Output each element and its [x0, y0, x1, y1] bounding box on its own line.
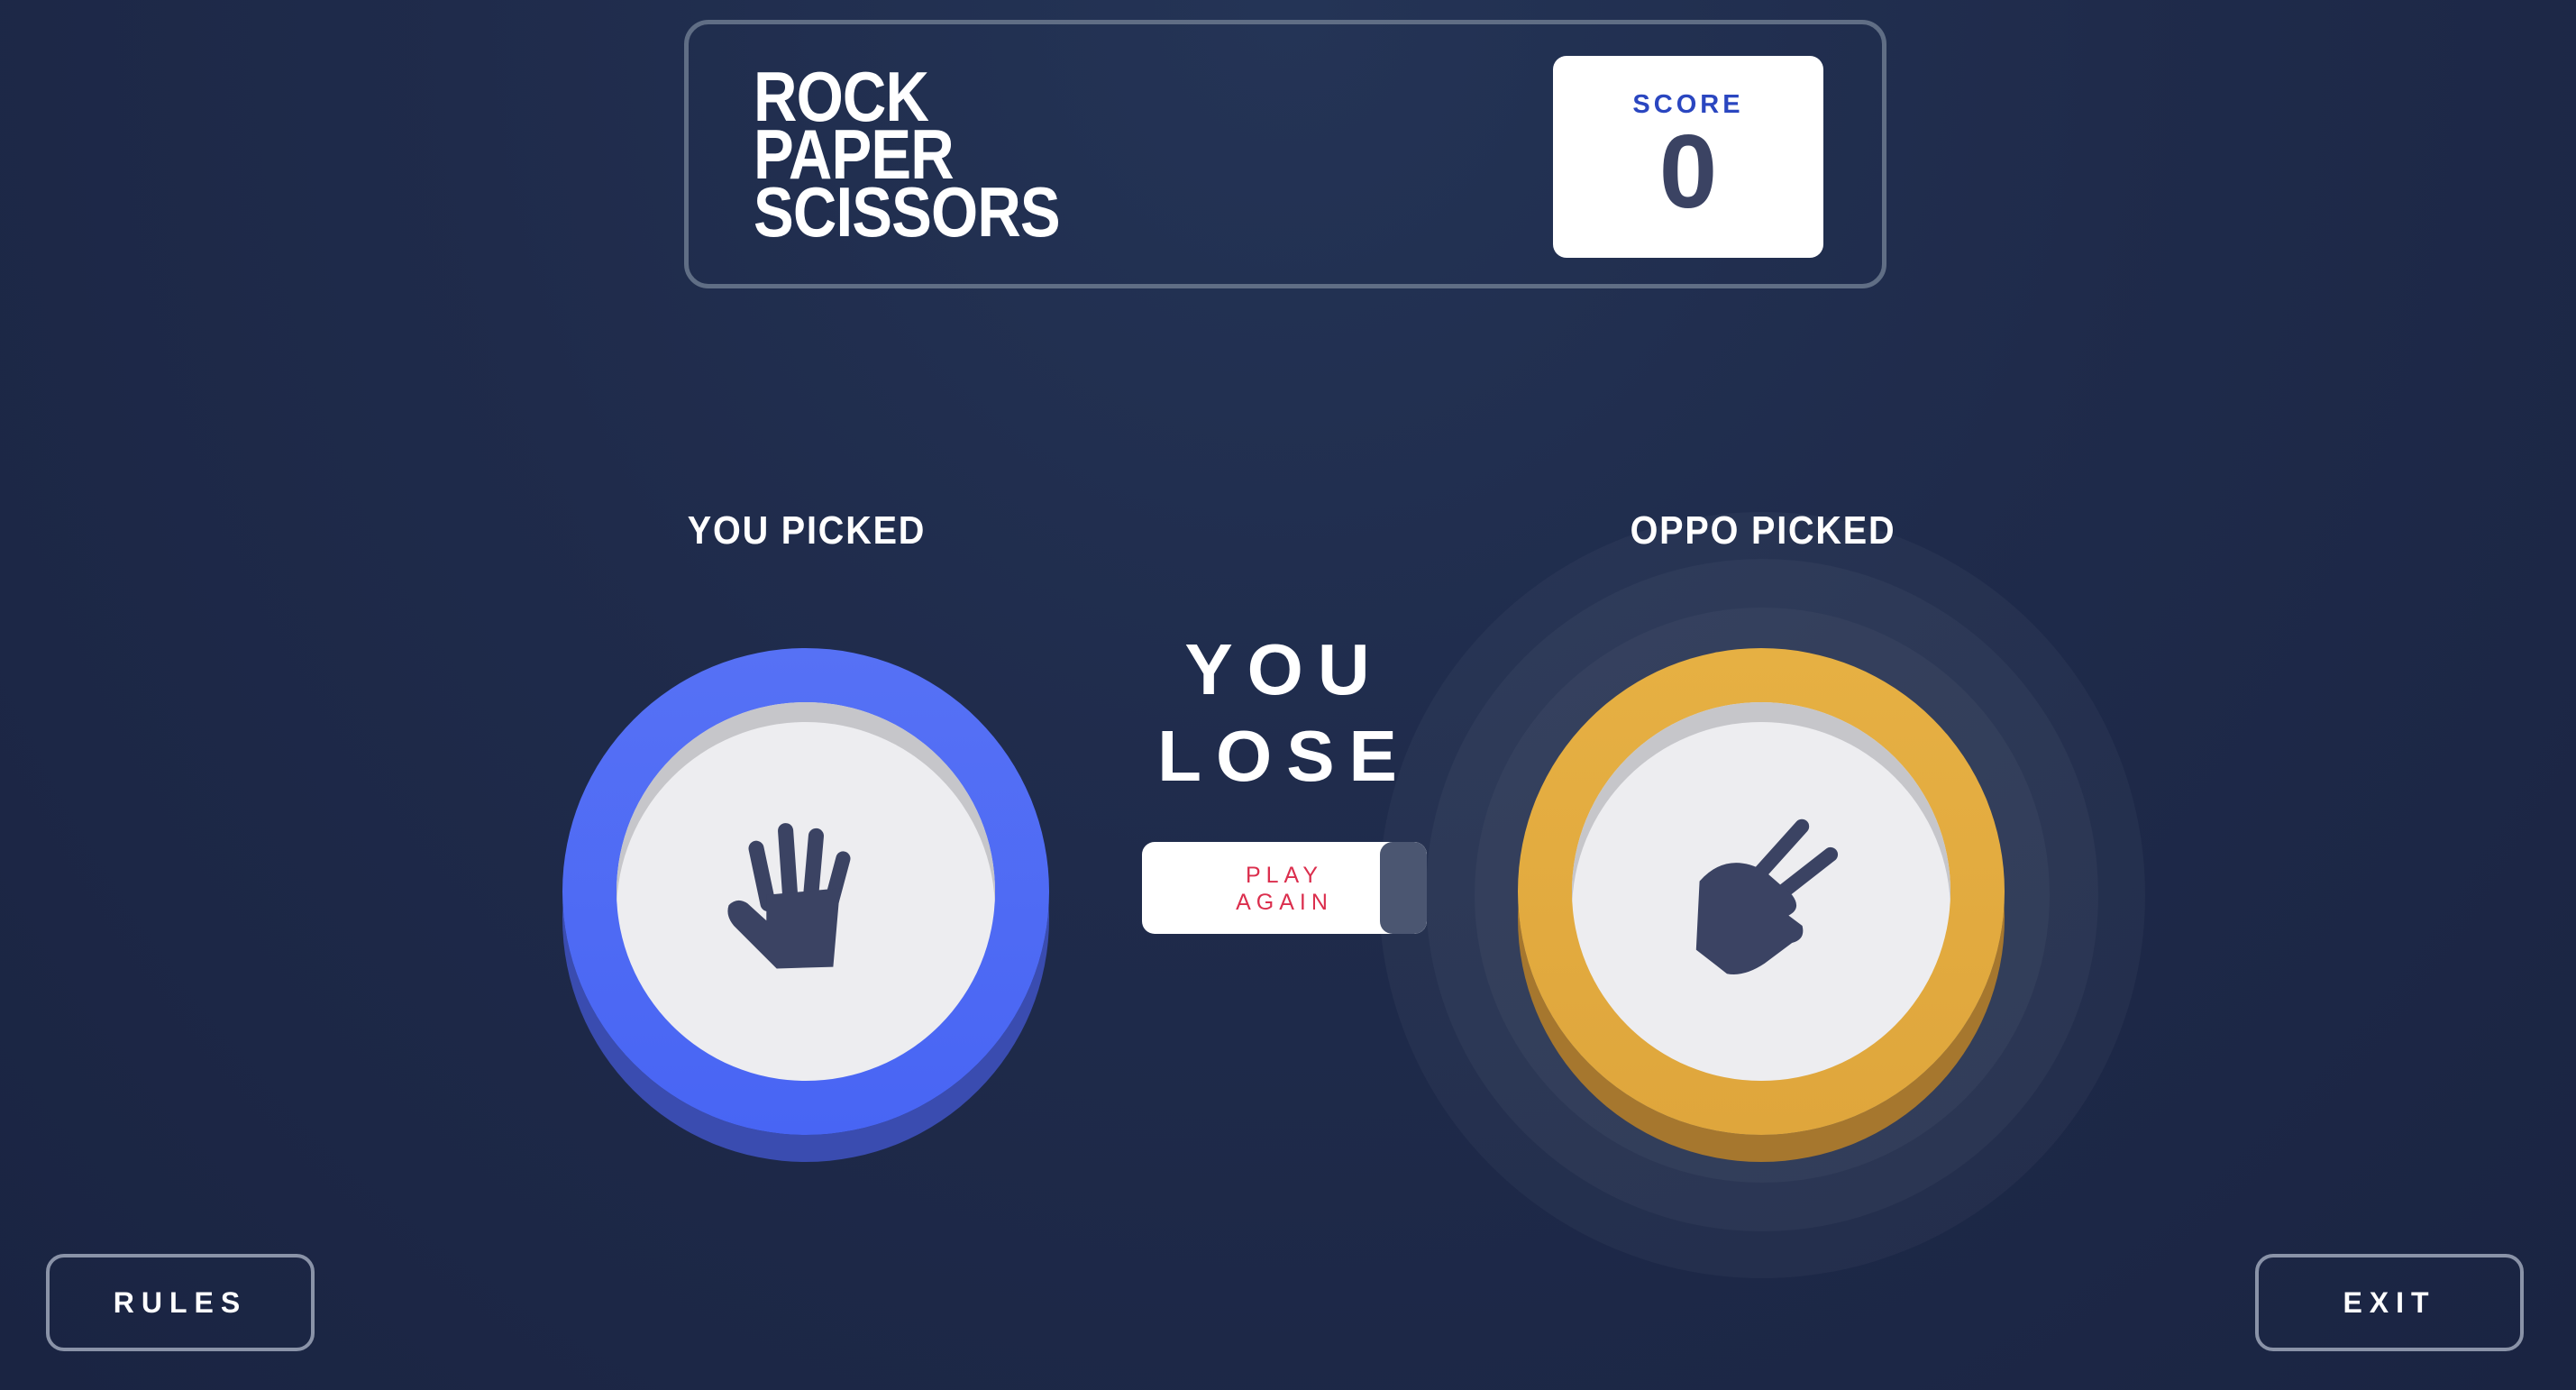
score-value: 0	[1658, 113, 1718, 230]
opponent-token-face	[1572, 702, 1950, 1081]
result-message: YOU LOSE	[1095, 626, 1474, 800]
score-box: SCORE 0	[1553, 56, 1823, 258]
player-token-face	[617, 702, 995, 1081]
paper-hand-icon	[727, 823, 851, 969]
opponent-token-scissors	[1518, 648, 2005, 1135]
game-header: ROCK PAPER SCISSORS SCORE 0	[684, 20, 1886, 288]
result-line-2: LOSE	[1157, 716, 1411, 796]
player-pick-label: YOU PICKED	[687, 508, 927, 553]
rules-button[interactable]: RULES	[46, 1254, 315, 1351]
player-token-paper	[562, 648, 1049, 1135]
play-again-scrollbar[interactable]	[1380, 842, 1427, 934]
play-again-button[interactable]: PLAY AGAIN	[1142, 842, 1427, 934]
game-title: ROCK PAPER SCISSORS	[754, 61, 1061, 251]
title-line-scissors: SCISSORS	[754, 172, 1061, 251]
result-line-1: YOU	[1184, 629, 1384, 709]
scissors-hand-icon	[1695, 818, 1839, 974]
exit-button[interactable]: EXIT	[2255, 1254, 2524, 1351]
